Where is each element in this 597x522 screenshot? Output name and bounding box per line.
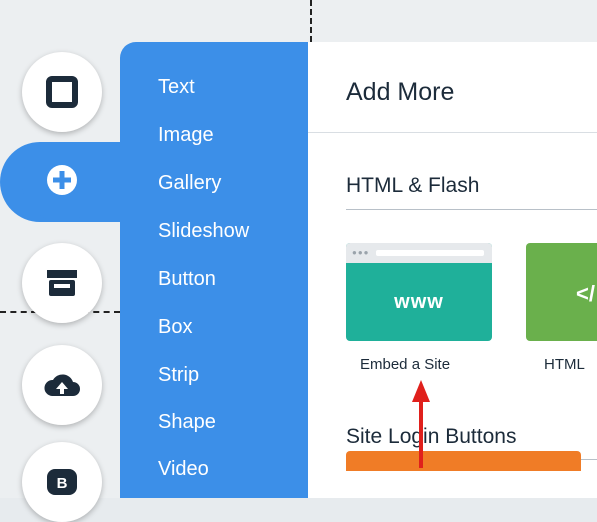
panel-title: Add More [346, 78, 455, 106]
store-icon [44, 266, 80, 300]
rail-store-button[interactable] [22, 243, 102, 323]
browser-url-bar [376, 250, 484, 256]
html-tile[interactable]: </ [526, 243, 597, 341]
code-icon: </ [576, 281, 595, 306]
browser-dots-icon: ●●● [352, 248, 370, 257]
panel-divider [308, 132, 597, 133]
menu-item-strip[interactable]: Strip [158, 363, 199, 387]
rail-blog-button[interactable]: B [22, 442, 102, 522]
section-title-site-login: Site Login Buttons [346, 425, 517, 448]
annotation-arrow-shaft [419, 398, 423, 468]
plus-icon [45, 163, 79, 202]
add-elements-menu: Text Image Gallery Slideshow Button Box … [120, 42, 308, 498]
rail-background-button[interactable] [22, 52, 102, 132]
section-title-html-flash: HTML & Flash [346, 174, 480, 197]
menu-item-video[interactable]: Video [158, 457, 209, 481]
add-more-panel: Add More HTML & Flash ●●● www Embed a Si… [308, 42, 597, 498]
upload-cloud-icon [42, 370, 82, 400]
blog-b-glyph: B [57, 475, 68, 492]
square-icon [45, 75, 79, 109]
blog-b-icon: B [45, 467, 79, 497]
login-button-preview[interactable] [346, 451, 581, 471]
section-divider [346, 209, 597, 210]
menu-item-button[interactable]: Button [158, 267, 216, 291]
rail-add-button-active[interactable] [0, 142, 130, 222]
menu-item-slideshow[interactable]: Slideshow [158, 219, 249, 243]
menu-item-shape[interactable]: Shape [158, 410, 216, 434]
menu-item-box[interactable]: Box [158, 315, 192, 339]
www-text: www [394, 290, 444, 313]
menu-item-text[interactable]: Text [158, 75, 195, 99]
menu-item-gallery[interactable]: Gallery [158, 171, 221, 195]
embed-a-site-label[interactable]: Embed a Site [360, 356, 450, 373]
embed-a-site-tile[interactable]: ●●● www [346, 243, 492, 341]
rail-upload-button[interactable] [22, 345, 102, 425]
vertical-guide-line [310, 0, 312, 42]
html-label[interactable]: HTML [544, 356, 585, 373]
menu-item-image[interactable]: Image [158, 123, 214, 147]
